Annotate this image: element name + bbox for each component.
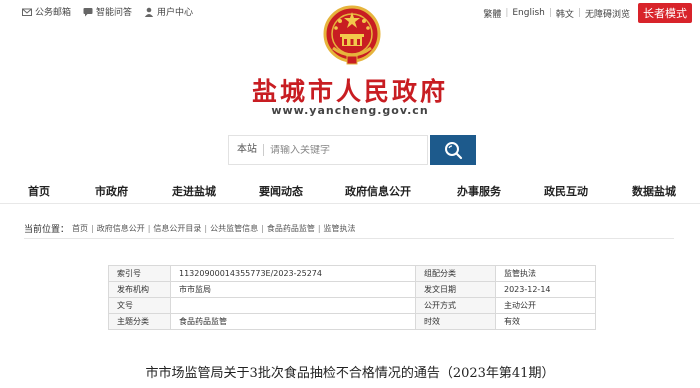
nav-about-yancheng[interactable]: 走进盐城 (172, 183, 216, 199)
info-key: 主题分类 (108, 313, 171, 330)
nav-info-disclosure[interactable]: 政府信息公开 (345, 183, 411, 199)
english-link[interactable]: English (508, 8, 549, 18)
qa-link[interactable]: 智能问答 (83, 5, 132, 18)
nav-interaction[interactable]: 政民互动 (544, 183, 588, 199)
document-info-table: 索引号 11320900014355773E/2023-25274 组配分类 监… (108, 265, 596, 330)
info-key: 发布机构 (108, 281, 171, 298)
mail-link[interactable]: 公务邮箱 (22, 5, 71, 18)
user-center-link[interactable]: 用户中心 (144, 5, 193, 18)
breadcrumb-item-catalog[interactable]: 信息公开目录 (153, 223, 201, 234)
search-icon (445, 142, 463, 160)
user-icon (144, 7, 154, 17)
breadcrumb-separator: | (317, 224, 321, 233)
elder-mode-button[interactable]: 长者模式 (638, 3, 692, 23)
nav-home[interactable]: 首页 (28, 183, 50, 199)
site-title: 盐城市人民政府 (251, 77, 448, 106)
breadcrumb-item-enforcement[interactable]: 监管执法 (324, 223, 356, 234)
info-value: 11320900014355773E/2023-25274 (170, 265, 416, 282)
chat-icon (83, 7, 93, 16)
nav-city-government[interactable]: 市政府 (95, 183, 128, 199)
table-row: 文号 公开方式 主动公开 (108, 297, 596, 314)
korean-link[interactable]: 韩文 (552, 7, 578, 20)
info-value: 主动公开 (495, 297, 596, 314)
info-key: 公开方式 (415, 297, 496, 314)
breadcrumb-separator: | (204, 224, 208, 233)
user-center-label: 用户中心 (157, 8, 194, 18)
info-key: 索引号 (108, 265, 171, 282)
qa-link-label: 智能问答 (96, 8, 133, 18)
mail-link-label: 公务邮箱 (35, 8, 72, 18)
info-value (170, 297, 416, 314)
top-left-links: 公务邮箱 智能问答 用户中心 (22, 5, 193, 18)
main-nav: 首页 市政府 走进盐城 要闻动态 政府信息公开 办事服务 政民互动 数据盐城 (0, 178, 700, 204)
national-emblem-icon (323, 5, 381, 65)
breadcrumb-divider (24, 238, 674, 239)
info-key: 发文日期 (415, 281, 496, 298)
breadcrumb-item-info-disclosure[interactable]: 政府信息公开 (97, 223, 145, 234)
breadcrumb-item-public-supervision[interactable]: 公共监管信息 (210, 223, 258, 234)
search-scope[interactable]: 本站 (229, 144, 264, 156)
mail-icon (22, 8, 32, 16)
table-row: 索引号 11320900014355773E/2023-25274 组配分类 监… (108, 265, 596, 282)
breadcrumb-separator: | (91, 224, 94, 233)
info-key: 文号 (108, 297, 171, 314)
article-title: 市市场监管局关于3批次食品抽检不合格情况的通告（2023年第41期） (145, 366, 555, 381)
search-button[interactable] (430, 135, 476, 165)
accessibility-link[interactable]: 无障碍浏览 (581, 7, 634, 20)
info-value: 监管执法 (495, 265, 596, 282)
info-value: 食品药品监管 (170, 313, 416, 330)
breadcrumb: 当前位置： 首页 | 政府信息公开 | 信息公开目录 | 公共监管信息 | 食品… (24, 222, 356, 235)
info-value: 市市监局 (170, 281, 416, 298)
nav-news[interactable]: 要闻动态 (259, 183, 303, 199)
info-value: 有效 (495, 313, 596, 330)
search-box: 本站 (228, 135, 428, 165)
search-input[interactable] (264, 144, 414, 156)
info-value: 2023-12-14 (495, 281, 596, 298)
nav-services[interactable]: 办事服务 (457, 183, 501, 199)
breadcrumb-head: 当前位置： (24, 225, 70, 235)
site-domain: www.yancheng.gov.cn (271, 104, 429, 117)
breadcrumb-separator: | (261, 224, 264, 233)
table-row: 发布机构 市市监局 发文日期 2023-12-14 (108, 281, 596, 298)
info-key: 时效 (415, 313, 496, 330)
top-right-links: 繁體 | English | 韩文 | 无障碍浏览 长者模式 (479, 3, 692, 23)
traditional-chinese-link[interactable]: 繁體 (479, 7, 505, 20)
table-row: 主题分类 食品药品监管 时效 有效 (108, 313, 596, 330)
breadcrumb-item-home[interactable]: 首页 (72, 223, 88, 234)
nav-data-yancheng[interactable]: 数据盐城 (632, 183, 676, 199)
breadcrumb-item-food-drug[interactable]: 食品药品监管 (267, 223, 315, 234)
info-key: 组配分类 (415, 265, 496, 282)
breadcrumb-separator: | (147, 224, 151, 233)
